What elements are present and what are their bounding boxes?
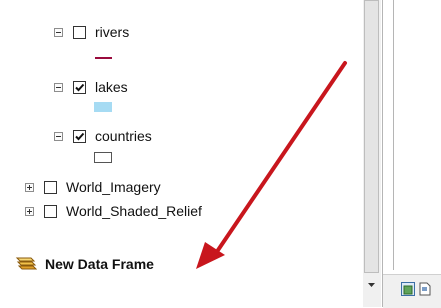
chevron-down-icon [368,283,375,287]
expand-icon[interactable] [25,182,34,192]
layer-row-world-imagery[interactable]: World_Imagery [25,177,161,197]
layer-visibility-checkbox[interactable] [44,180,57,194]
layer-label[interactable]: World_Imagery [66,179,161,195]
scroll-down-button[interactable] [364,277,379,293]
globe-icon [403,285,413,295]
layer-visibility-checkbox[interactable] [73,25,86,39]
data-frame-label[interactable]: New Data Frame [45,256,154,272]
map-view-area[interactable] [383,0,441,307]
layer-visibility-checkbox[interactable] [44,204,57,218]
panel-divider[interactable] [382,0,383,307]
country-polygon-symbol [94,152,112,163]
collapse-icon[interactable] [54,82,63,92]
layer-label[interactable]: rivers [95,24,129,40]
layer-label[interactable]: World_Shaded_Relief [66,203,202,219]
layer-visibility-checkbox[interactable] [73,129,86,143]
collapse-icon[interactable] [54,27,63,37]
scrollbar-thumb[interactable] [364,0,379,273]
expand-icon[interactable] [25,206,34,216]
panel-divider [393,0,394,270]
data-view-button[interactable] [401,282,415,296]
layer-row-lakes[interactable]: lakes [54,77,128,97]
layers-icon [15,255,38,274]
data-frame-row[interactable]: New Data Frame [15,253,154,275]
river-line-symbol [95,57,112,59]
layout-view-button[interactable] [419,282,431,296]
lake-fill-symbol [94,102,112,112]
layer-row-world-shaded-relief[interactable]: World_Shaded_Relief [25,201,202,221]
page-icon [419,282,431,296]
layer-row-countries[interactable]: countries [54,126,152,146]
layer-label[interactable]: countries [95,128,152,144]
layer-label[interactable]: lakes [95,79,128,95]
layer-visibility-checkbox[interactable] [73,80,86,94]
collapse-icon[interactable] [54,131,63,141]
layer-row-rivers[interactable]: rivers [54,22,129,42]
table-of-contents: rivers lakes countries World_Imagery Wor… [0,0,363,307]
